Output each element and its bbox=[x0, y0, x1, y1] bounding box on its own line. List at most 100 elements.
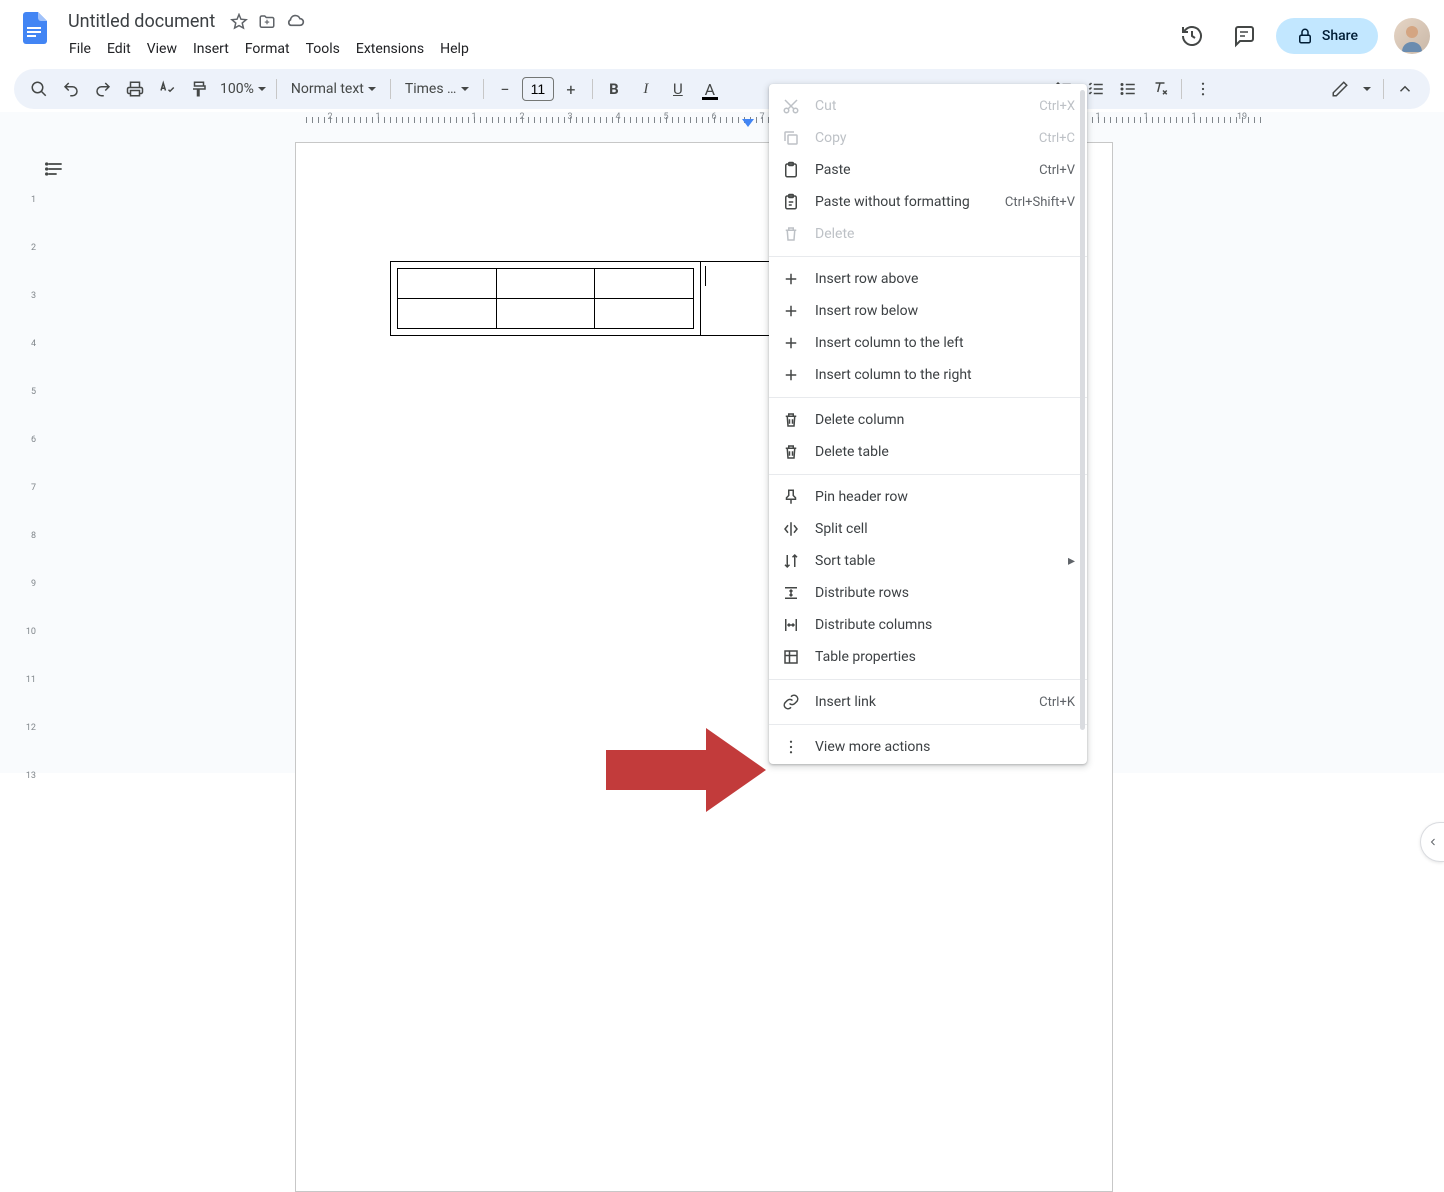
move-icon[interactable] bbox=[257, 12, 277, 32]
menu-separator bbox=[769, 679, 1087, 680]
table-props-icon bbox=[781, 647, 801, 667]
menu-format[interactable]: Format bbox=[238, 37, 297, 61]
document-title[interactable]: Untitled document bbox=[62, 10, 221, 33]
menu-separator bbox=[769, 397, 1087, 398]
cloud-status-icon[interactable] bbox=[285, 12, 305, 32]
lock-icon bbox=[1296, 27, 1314, 45]
cm-copy: Copy Ctrl+C bbox=[769, 122, 1087, 154]
chevron-down-icon bbox=[461, 87, 469, 91]
star-icon[interactable] bbox=[229, 12, 249, 32]
menu-separator bbox=[769, 256, 1087, 257]
sort-icon bbox=[781, 551, 801, 571]
cm-insert-row-above[interactable]: Insert row above bbox=[769, 263, 1087, 295]
cm-view-more-actions[interactable]: View more actions bbox=[769, 731, 1087, 763]
cm-delete: Delete bbox=[769, 218, 1087, 250]
chevron-down-icon bbox=[1363, 87, 1371, 91]
italic-button[interactable]: I bbox=[631, 74, 661, 104]
cm-pin-header-row[interactable]: Pin header row bbox=[769, 481, 1087, 513]
text-cursor bbox=[705, 266, 706, 286]
outline-toggle-icon[interactable] bbox=[40, 154, 70, 184]
menu-scrollbar[interactable] bbox=[1080, 90, 1085, 730]
avatar[interactable] bbox=[1394, 18, 1430, 54]
cm-delete-column[interactable]: Delete column bbox=[769, 404, 1087, 436]
underline-button[interactable]: U bbox=[663, 74, 693, 104]
cm-insert-column-to-the-right[interactable]: Insert column to the right bbox=[769, 359, 1087, 391]
app-header: Untitled document File Edit View Insert … bbox=[0, 0, 1444, 63]
print-icon[interactable] bbox=[120, 74, 150, 104]
copy-icon bbox=[781, 128, 801, 148]
cm-delete-table[interactable]: Delete table bbox=[769, 436, 1087, 468]
link-icon bbox=[781, 692, 801, 712]
horizontal-ruler[interactable]: 211234567891111111119 bbox=[40, 112, 1430, 128]
more-toolbar-icon[interactable] bbox=[1188, 74, 1218, 104]
plus-icon bbox=[781, 269, 801, 289]
paint-format-icon[interactable] bbox=[184, 74, 214, 104]
inner-table[interactable] bbox=[397, 268, 694, 329]
redo-icon[interactable] bbox=[88, 74, 118, 104]
header-right: Share bbox=[1172, 8, 1430, 56]
indent-marker[interactable] bbox=[742, 119, 754, 128]
font-select[interactable]: Times … bbox=[397, 81, 477, 97]
title-row: Untitled document bbox=[62, 8, 1164, 35]
font-size-group: − + bbox=[490, 74, 586, 104]
more-icon bbox=[781, 737, 801, 757]
search-icon[interactable] bbox=[24, 74, 54, 104]
history-icon[interactable] bbox=[1172, 16, 1212, 56]
share-button[interactable]: Share bbox=[1276, 18, 1378, 54]
cm-split-cell[interactable]: Split cell bbox=[769, 513, 1087, 545]
bold-button[interactable]: B bbox=[599, 74, 629, 104]
menu-help[interactable]: Help bbox=[433, 37, 476, 61]
cm-paste-without-formatting[interactable]: Paste without formatting Ctrl+Shift+V bbox=[769, 186, 1087, 218]
decrease-font-icon[interactable]: − bbox=[490, 74, 520, 104]
dist-cols-icon bbox=[781, 615, 801, 635]
chevron-down-icon bbox=[258, 87, 266, 91]
side-panel-toggle[interactable] bbox=[1420, 822, 1444, 862]
menu-file[interactable]: File bbox=[62, 37, 98, 61]
editing-mode-button[interactable] bbox=[1325, 74, 1355, 104]
plus-icon bbox=[781, 333, 801, 353]
pin-icon bbox=[781, 487, 801, 507]
cm-distribute-rows[interactable]: Distribute rows bbox=[769, 577, 1087, 609]
font-size-input[interactable] bbox=[522, 77, 554, 101]
cut-icon bbox=[781, 96, 801, 116]
trash-icon bbox=[781, 410, 801, 430]
comments-icon[interactable] bbox=[1224, 16, 1264, 56]
header-main: Untitled document File Edit View Insert … bbox=[62, 8, 1164, 63]
cm-table-properties[interactable]: Table properties bbox=[769, 641, 1087, 673]
text-color-button[interactable]: A bbox=[695, 74, 725, 104]
outer-cell-left[interactable] bbox=[391, 262, 701, 336]
menu-edit[interactable]: Edit bbox=[100, 37, 138, 61]
menu-separator bbox=[769, 474, 1087, 475]
cm-paste[interactable]: Paste Ctrl+V bbox=[769, 154, 1087, 186]
clear-formatting-icon[interactable] bbox=[1145, 74, 1175, 104]
menu-view[interactable]: View bbox=[140, 37, 184, 61]
context-menu: Cut Ctrl+X Copy Ctrl+C Paste Ctrl+V Past… bbox=[769, 84, 1087, 764]
delete-icon bbox=[781, 224, 801, 244]
cm-insert-row-below[interactable]: Insert row below bbox=[769, 295, 1087, 327]
cm-insert-link[interactable]: Insert link Ctrl+K bbox=[769, 686, 1087, 718]
undo-icon[interactable] bbox=[56, 74, 86, 104]
cm-distribute-columns[interactable]: Distribute columns bbox=[769, 609, 1087, 641]
trash-icon bbox=[781, 442, 801, 462]
menu-extensions[interactable]: Extensions bbox=[349, 37, 431, 61]
menu-tools[interactable]: Tools bbox=[299, 37, 347, 61]
menubar: File Edit View Insert Format Tools Exten… bbox=[62, 35, 1164, 63]
paragraph-style-select[interactable]: Normal text bbox=[283, 81, 384, 97]
vertical-ruler[interactable]: 12345678910111213 bbox=[0, 128, 40, 773]
increase-font-icon[interactable]: + bbox=[556, 74, 586, 104]
zoom-select[interactable]: 100% bbox=[216, 81, 270, 97]
cm-sort-table[interactable]: Sort table ▸ bbox=[769, 545, 1087, 577]
dist-rows-icon bbox=[781, 583, 801, 603]
menu-insert[interactable]: Insert bbox=[186, 37, 236, 61]
cm-insert-column-to-the-left[interactable]: Insert column to the left bbox=[769, 327, 1087, 359]
collapse-toolbar-icon[interactable] bbox=[1390, 74, 1420, 104]
plus-icon bbox=[781, 365, 801, 385]
paste-nofmt-icon bbox=[781, 192, 801, 212]
plus-icon bbox=[781, 301, 801, 321]
toolbar: 100% Normal text Times … − + B I U A bbox=[14, 69, 1430, 109]
menu-separator bbox=[769, 724, 1087, 725]
spellcheck-icon[interactable] bbox=[152, 74, 182, 104]
docs-logo[interactable] bbox=[14, 8, 54, 48]
bulleted-list-icon[interactable] bbox=[1113, 74, 1143, 104]
paste-icon bbox=[781, 160, 801, 180]
